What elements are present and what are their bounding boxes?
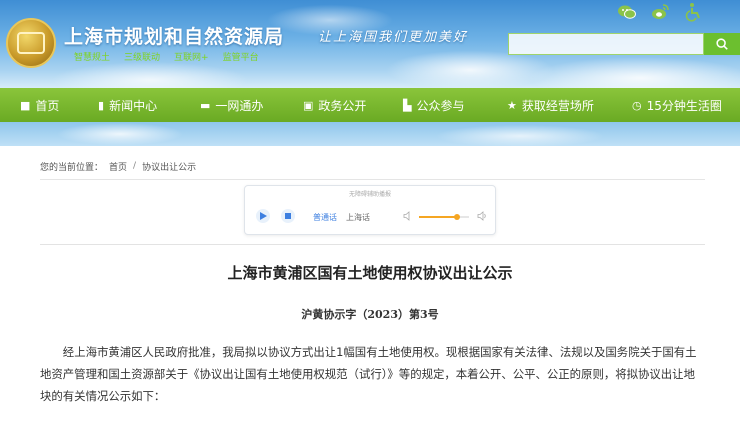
nav-item-news[interactable]: ▮ 新闻中心 — [98, 88, 157, 122]
star-icon: ★ — [507, 98, 517, 112]
nav-label: 一网通办 — [215, 98, 264, 113]
lang-shanghai-button[interactable]: 上海话 — [346, 212, 370, 223]
play-button[interactable] — [256, 209, 270, 223]
nav-label: 获取经营场所 — [521, 98, 594, 113]
sub-link[interactable]: 监管平台 — [223, 50, 259, 63]
player-caption: 无障碍辅助播报 — [348, 191, 391, 198]
article-title: 上海市黄浦区国有土地使用权协议出让公示 — [227, 264, 513, 282]
nav-label: 公众参与 — [416, 98, 465, 113]
nav-item-public[interactable]: ▙ 公众参与 — [403, 88, 464, 122]
slogan: 让上海国我们更加美好 — [318, 30, 469, 45]
audio-player: 无障碍辅助播报 普通话 上海话 — [244, 185, 496, 235]
nav-item-gov[interactable]: ▣ 政务公开 — [303, 88, 366, 122]
nav-label: 首页 — [35, 98, 60, 113]
site-title[interactable]: 上海市规划和自然资源局 — [64, 22, 284, 49]
nav-label: 新闻中心 — [109, 98, 158, 113]
search-input[interactable] — [508, 33, 704, 55]
public-icon: ▙ — [403, 98, 412, 112]
document-number: 沪黄协示字（2023）第3号 — [301, 308, 439, 321]
main-nav: ■ 首页 ▮ 新闻中心 ▬ 一网通办 ▣ 政务公开 ▙ 公众参与 ★ 获取经营场… — [0, 88, 740, 122]
breadcrumb-prefix: 您的当前位置： — [40, 162, 104, 173]
article-paragraph: 经上海市黄浦区人民政府批准，我局拟以协议方式出让1幅国有土地使用权。现根据国家有… — [40, 345, 697, 403]
stop-icon — [285, 213, 291, 219]
wechat-icon[interactable] — [617, 2, 637, 22]
service-icon: ▬ — [200, 98, 211, 112]
volume-slider[interactable] — [419, 214, 469, 220]
nav-label: 15分钟生活圈 — [646, 98, 722, 113]
nav-item-life-circle[interactable]: ◷ 15分钟生活圈 — [632, 88, 722, 122]
gov-icon: ▣ — [303, 98, 314, 112]
breadcrumb-separator: / — [133, 161, 137, 171]
sub-link[interactable]: 互联网+ — [174, 50, 209, 63]
search-icon — [716, 38, 728, 50]
site-header: 上海市规划和自然资源局 智慧规土 三级联动 互联网+ 监管平台 让上海国我们更加… — [0, 0, 740, 88]
header-banner-strip — [0, 122, 740, 146]
content-divider — [40, 244, 705, 245]
volume-slider-handle[interactable] — [453, 214, 460, 220]
breadcrumb-current[interactable]: 协议出让公示 — [142, 160, 196, 173]
nav-item-service[interactable]: ▬ 一网通办 — [200, 88, 263, 122]
lang-mandarin-button[interactable]: 普通话 — [313, 212, 337, 223]
news-icon: ▮ — [98, 98, 105, 112]
breadcrumb-home[interactable]: 首页 — [109, 160, 127, 173]
site-logo[interactable] — [6, 18, 56, 68]
nav-label: 政务公开 — [318, 98, 367, 113]
volume-slider-fill — [419, 216, 457, 218]
home-icon: ■ — [20, 98, 31, 112]
play-icon — [260, 212, 267, 220]
search-button[interactable] — [704, 33, 740, 55]
stop-button[interactable] — [281, 209, 295, 223]
clock-icon: ◷ — [632, 98, 642, 112]
nav-item-home[interactable]: ■ 首页 — [20, 88, 59, 122]
volume-low-icon[interactable] — [403, 211, 413, 221]
nav-item-business[interactable]: ★ 获取经营场所 — [507, 88, 594, 122]
volume-high-icon[interactable] — [477, 211, 487, 221]
weibo-icon[interactable] — [650, 2, 670, 22]
sub-links: 智慧规土 三级联动 互联网+ 监管平台 — [74, 50, 259, 63]
accessibility-icon[interactable] — [684, 2, 704, 22]
sub-link[interactable]: 三级联动 — [124, 50, 160, 63]
sub-link[interactable]: 智慧规土 — [74, 50, 110, 63]
breadcrumb: 您的当前位置： 首页 / 协议出让公示 — [40, 157, 705, 180]
logo-emblem-icon — [17, 32, 45, 54]
